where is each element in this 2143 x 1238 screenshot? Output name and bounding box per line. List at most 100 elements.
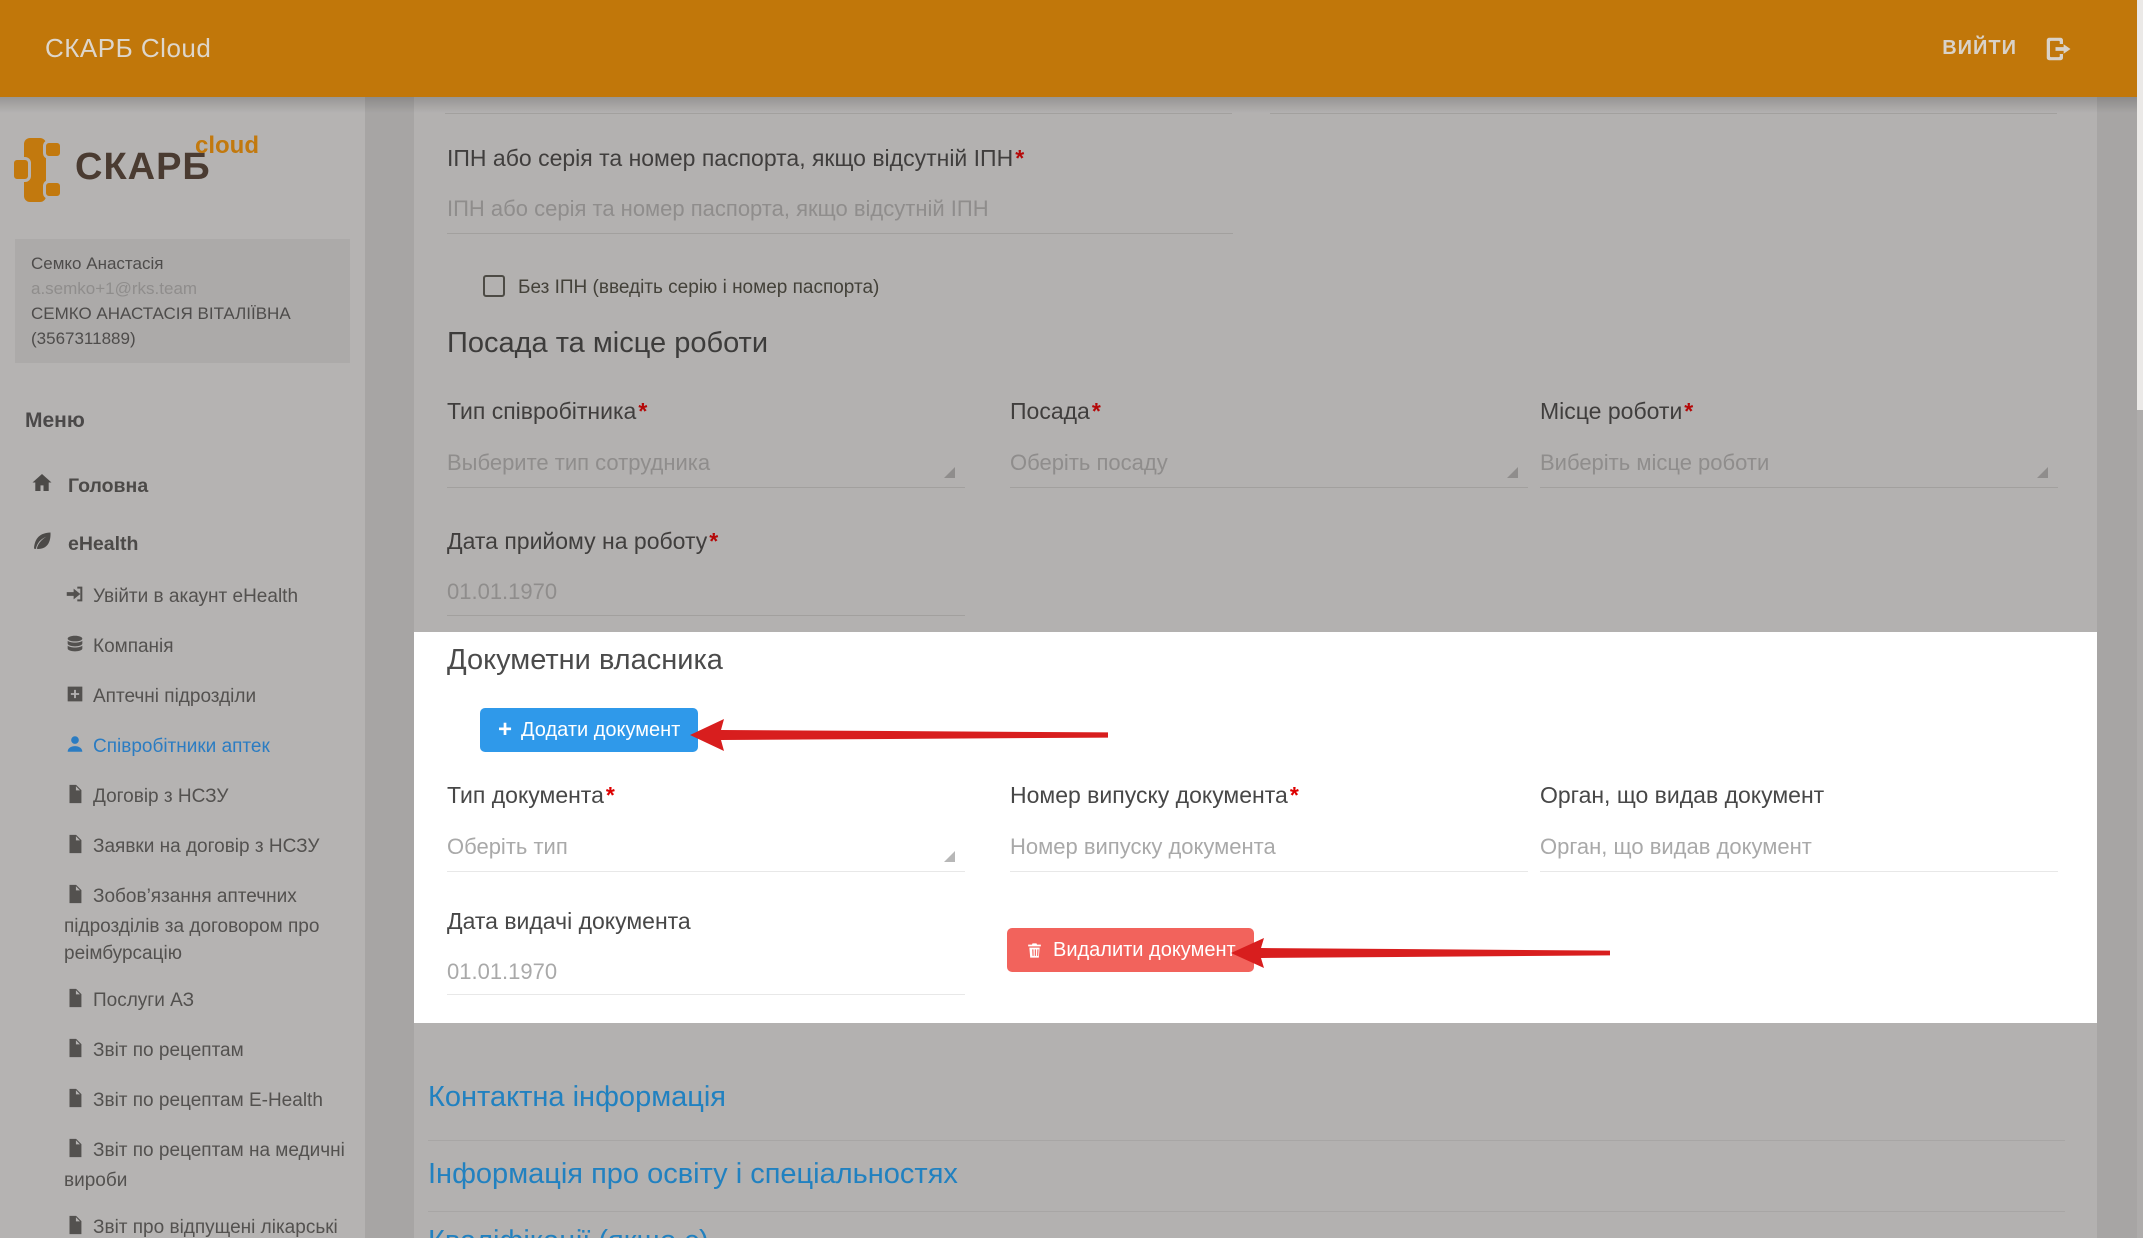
hire-date-label: Дата прийому на роботу <box>447 528 718 555</box>
doc-issuer-input[interactable]: Орган, що видав документ <box>1540 834 1812 860</box>
file-icon <box>64 833 86 863</box>
select-caret-icon <box>944 851 955 862</box>
sidebar-item[interactable]: eHealth <box>0 515 365 573</box>
leaf-icon <box>30 529 54 559</box>
documents-section-heading: Докуметни власника <box>447 644 723 677</box>
sidebar: СКАРБ cloud Семко Анастасія a.semko+1@rk… <box>0 97 365 1238</box>
sidebar-item[interactable]: Співробітники аптек <box>0 723 365 773</box>
workplace-select[interactable]: Виберіть місце роботи <box>1540 450 1769 476</box>
field-underline <box>447 871 965 872</box>
sidebar-item[interactable]: Звіт про відпущені лікарські засоби та ї… <box>0 1204 365 1238</box>
sidebar-item-label: Договір з НСЗУ <box>93 786 228 807</box>
sidebar-item-label: Звіт по рецептам E-Health <box>93 1090 323 1111</box>
delete-document-button[interactable]: Видалити документ <box>1007 928 1254 972</box>
sign-in-icon <box>64 583 86 613</box>
sidebar-item-label: Послуги АЗ <box>93 990 194 1011</box>
ipn-input[interactable]: ІПН або серія та номер паспорта, якщо ві… <box>447 196 989 222</box>
doc-issuer-label: Орган, що видав документ <box>1540 782 1824 809</box>
annotation-arrow-delete-document <box>1226 936 1616 970</box>
field-underline <box>1540 487 2058 488</box>
add-document-button[interactable]: Додати документ <box>480 708 698 752</box>
field-underline <box>445 113 1232 114</box>
user-full-name: СЕМКО АНАСТАСІЯ ВІТАЛІЇВНА <box>31 301 334 326</box>
top-navbar: СКАРБ Cloud ВИЙТИ <box>0 0 2137 97</box>
vertical-scrollbar[interactable] <box>2137 0 2143 1238</box>
scrollbar-thumb[interactable] <box>2137 0 2143 410</box>
brand-suffix: cloud <box>195 132 259 160</box>
user-name: Семко Анастасія <box>31 251 334 276</box>
workplace-label: Місце роботи <box>1540 398 1693 425</box>
brand-name: СКАРБ <box>75 146 211 189</box>
field-underline <box>1270 113 2057 114</box>
sidebar-item[interactable]: Послуги АЗ <box>0 977 365 1027</box>
sidebar-item-label: Співробітники аптек <box>93 736 270 757</box>
user-email: a.semko+1@rks.team <box>31 276 334 301</box>
sidebar-item[interactable]: Звіт по рецептам на медичні вироби <box>0 1127 365 1204</box>
sidebar-menu: Головна eHealth Увійти в акаунт eHealth Ком… <box>0 457 365 1238</box>
qualifications-link[interactable]: Кваліфікації (якщо є) <box>428 1225 709 1238</box>
app-window: СКАРБ Cloud ВИЙТИ СКАРБ cloud Семко Анас… <box>0 0 2143 1238</box>
sidebar-item[interactable]: Головна <box>0 457 365 515</box>
file-icon <box>64 1137 86 1167</box>
brand-logo[interactable]: СКАРБ cloud <box>13 130 365 205</box>
sign-out-icon <box>2043 34 2073 64</box>
position-section-heading: Посада та місце роботи <box>447 327 768 360</box>
ipn-label: ІПН або серія та номер паспорта, якщо ві… <box>447 145 1024 172</box>
sidebar-item[interactable]: Звіт по рецептам <box>0 1027 365 1077</box>
employee-type-select[interactable]: Выберите тип сотрудника <box>447 450 710 476</box>
field-underline <box>447 994 965 995</box>
issue-date-input[interactable]: 01.01.1970 <box>447 959 557 985</box>
sidebar-item-label: eHealth <box>68 533 138 555</box>
logout-button[interactable]: ВИЙТИ <box>1942 34 2073 64</box>
sidebar-item-label: Увійти в акаунт eHealth <box>93 586 298 607</box>
owner-documents-section: Докуметни власника Додати документ Тип д… <box>414 632 2097 1023</box>
separator <box>428 1140 2065 1141</box>
sidebar-item[interactable]: Зобов’язання аптечних підрозділів за дог… <box>0 873 365 977</box>
main-content: ІПН або серія та номер паспорта, якщо ві… <box>414 97 2097 1238</box>
doc-number-label: Номер випуску документа <box>1010 782 1299 809</box>
file-icon <box>64 1214 86 1238</box>
sidebar-item-label: Компанія <box>93 636 174 657</box>
employee-type-label: Тип співробітника <box>447 398 647 425</box>
doc-number-input[interactable]: Номер випуску документа <box>1010 834 1276 860</box>
field-underline <box>1540 871 2058 872</box>
plus-icon <box>498 718 512 743</box>
sidebar-item[interactable]: Заявки на договір з НСЗУ <box>0 823 365 873</box>
sidebar-item[interactable]: Компанія <box>0 623 365 673</box>
field-underline <box>1010 871 1528 872</box>
file-icon <box>64 1037 86 1067</box>
skarb-logo-icon <box>13 138 63 202</box>
sidebar-item[interactable]: Договір з НСЗУ <box>0 773 365 823</box>
file-icon <box>64 883 86 913</box>
file-icon <box>64 1087 86 1117</box>
menu-heading: Меню <box>25 409 365 433</box>
sidebar-item-label: Зобов’язання аптечних підрозділів за дог… <box>64 886 319 964</box>
select-caret-icon <box>1507 467 1518 478</box>
sidebar-item[interactable]: Звіт по рецептам E-Health <box>0 1077 365 1127</box>
sidebar-item-label: Звіт по рецептам <box>93 1040 244 1061</box>
doc-type-label: Тип документа <box>447 782 615 809</box>
app-title: СКАРБ Cloud <box>45 33 211 64</box>
education-info-link[interactable]: Інформація про освіту і спеціальностях <box>428 1158 958 1191</box>
doc-type-select[interactable]: Оберіть тип <box>447 834 568 860</box>
sidebar-item[interactable]: Аптечні підрозділи <box>0 673 365 723</box>
position-label: Посада <box>1010 398 1101 425</box>
position-select[interactable]: Оберіть посаду <box>1010 450 1168 476</box>
file-icon <box>64 783 86 813</box>
sidebar-item-label: Головна <box>68 475 148 497</box>
select-caret-icon <box>2037 467 2048 478</box>
no-ipn-checkbox[interactable] <box>483 275 505 297</box>
database-icon <box>64 633 86 663</box>
sidebar-item[interactable]: Увійти в акаунт eHealth <box>0 573 365 623</box>
logout-label: ВИЙТИ <box>1942 37 2017 60</box>
sidebar-item-label: Заявки на договір з НСЗУ <box>93 836 319 857</box>
user-info-card: Семко Анастасія a.semko+1@rks.team СЕМКО… <box>15 239 350 363</box>
sidebar-item-label: Звіт про відпущені лікарські засоби та ї… <box>64 1217 338 1238</box>
field-underline <box>447 615 965 616</box>
hire-date-input[interactable]: 01.01.1970 <box>447 579 557 605</box>
annotation-arrow-add-document <box>684 717 1114 753</box>
no-ipn-checkbox-label: Без ІПН (введіть серію і номер паспорта) <box>518 277 879 299</box>
home-icon <box>30 471 54 501</box>
contact-info-link[interactable]: Контактна інформація <box>428 1081 726 1114</box>
trash-icon <box>1025 941 1044 960</box>
